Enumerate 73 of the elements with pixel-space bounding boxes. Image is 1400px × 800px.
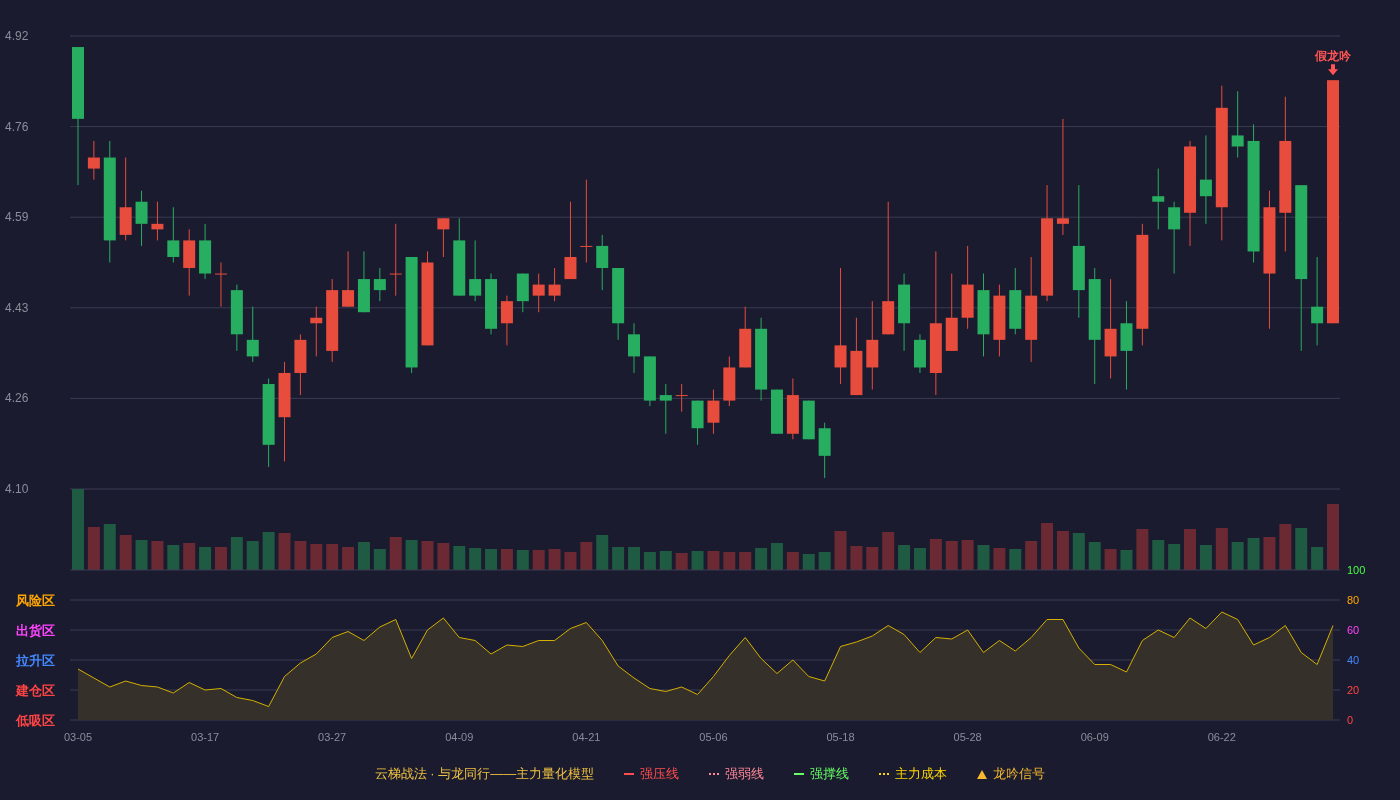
axis-label: 03-17 [191,731,220,743]
legend-label: 龙吟信号 [993,765,1046,783]
candle [167,206,180,263]
candle [151,201,164,241]
axis-label: 60 [1347,624,1360,636]
candle [771,389,783,435]
axis-label: 0 [1347,714,1354,726]
candle [135,190,148,247]
axis-label: 03-05 [63,731,93,743]
candle [183,228,196,297]
candle [786,378,799,440]
signal-label: 假龙吟 [1315,49,1351,64]
axis-label: 06-09 [1080,731,1109,743]
candle [913,333,926,374]
candle [310,306,323,357]
axis-label: 04-09 [445,731,474,743]
zone-label: 拉升区 [16,653,55,668]
legend-label: 强压线 [640,765,680,783]
down-arrow-icon [1328,64,1338,76]
candle [802,400,815,440]
candle [485,273,498,335]
zone-label: 低吸区 [16,713,55,728]
candle [246,306,259,363]
axis-label: 4.92 [5,29,29,43]
legend-label: 强弱线 [725,765,765,783]
legend-label: 主力成本 [895,765,948,783]
candle [294,333,307,396]
candle [596,234,609,291]
axis-label: 4.76 [5,119,29,134]
zone-label: 出货区 [16,623,55,638]
candle [469,239,482,302]
candle [230,284,243,352]
candle [628,322,640,374]
axis-label: 4.59 [5,210,29,225]
candle [373,267,386,302]
candle [357,250,370,313]
axis-label: 4.43 [5,300,29,315]
candle [437,217,450,258]
axis-label: 4.10 [5,482,29,496]
axis-label: 100 [1347,564,1366,576]
candle [87,140,100,181]
candle [691,400,704,446]
candle [723,355,736,407]
legend-label: 强撑线 [810,765,850,783]
axis-label: 03-27 [318,731,347,743]
candle [1152,168,1165,230]
candle [1231,90,1244,159]
axis-label: 06-22 [1207,731,1236,743]
candle [675,383,688,413]
axis-label: 80 [1347,594,1360,606]
candle [707,389,720,435]
axis-label: 4.26 [5,391,29,406]
candle [659,383,672,435]
candle [342,250,355,308]
zone-label: 风险区 [16,593,55,608]
zone-label: 建仓区 [16,683,55,698]
axis-label: 05-28 [953,731,982,743]
candle [500,295,513,346]
candle [643,355,656,407]
axis-label: 05-06 [699,731,728,743]
candle [199,223,212,280]
axis-label: 20 [1347,684,1360,696]
candle [739,306,752,368]
legend-title: 云梯战法 · 与龙同行——主力量化模型 [374,765,595,783]
axis-label: 40 [1347,654,1360,666]
axis-label: 04-21 [572,731,601,743]
axis-label: 05-18 [826,731,855,743]
candle [548,267,561,302]
candle [532,273,545,313]
candle [516,273,529,313]
candle [215,262,227,308]
candle [1009,267,1022,335]
candle [818,422,831,479]
